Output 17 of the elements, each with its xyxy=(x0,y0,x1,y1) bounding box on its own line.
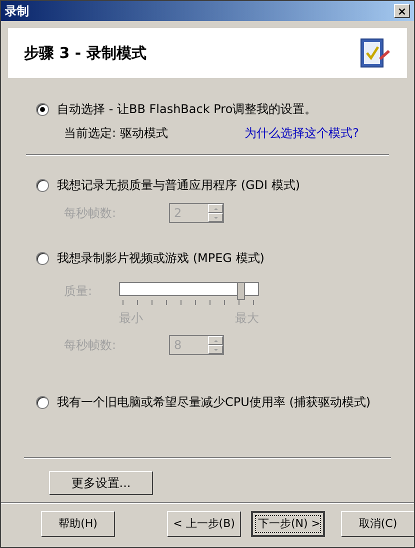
current-mode-text: 当前选定: 驱动模式 xyxy=(64,125,168,142)
wizard-button[interactable]: 下一步(N) > xyxy=(251,511,325,537)
radio-button[interactable] xyxy=(36,396,49,408)
radio-label: 我想记录无损质量与普通应用程序 (GDI 模式) xyxy=(57,177,300,194)
help-link[interactable]: 为什么选择这个模式? xyxy=(244,124,359,142)
wizard-button[interactable]: 取消(C) xyxy=(341,511,414,537)
checklist-icon xyxy=(359,36,391,70)
wizard-button[interactable]: < 上一步(B) xyxy=(167,511,241,537)
close-button[interactable]: × xyxy=(394,4,410,18)
radio-label: 我有一个旧电脑或希望尽量减少CPU使用率 (捕获驱动模式) xyxy=(57,394,371,411)
more-settings-button[interactable]: 更多设置... xyxy=(49,471,153,495)
window-title: 录制 xyxy=(5,3,29,20)
step-title: 步骤 3 - 录制模式 xyxy=(24,42,146,64)
wizard-button[interactable]: 帮助(H) xyxy=(41,511,115,537)
radio-label: 自动选择 - 让BB FlashBack Pro调整我的设置。 xyxy=(57,101,317,118)
radio-button[interactable] xyxy=(36,102,49,116)
radio-label: 我想录制影片视频或游戏 (MPEG 模式) xyxy=(57,250,264,267)
